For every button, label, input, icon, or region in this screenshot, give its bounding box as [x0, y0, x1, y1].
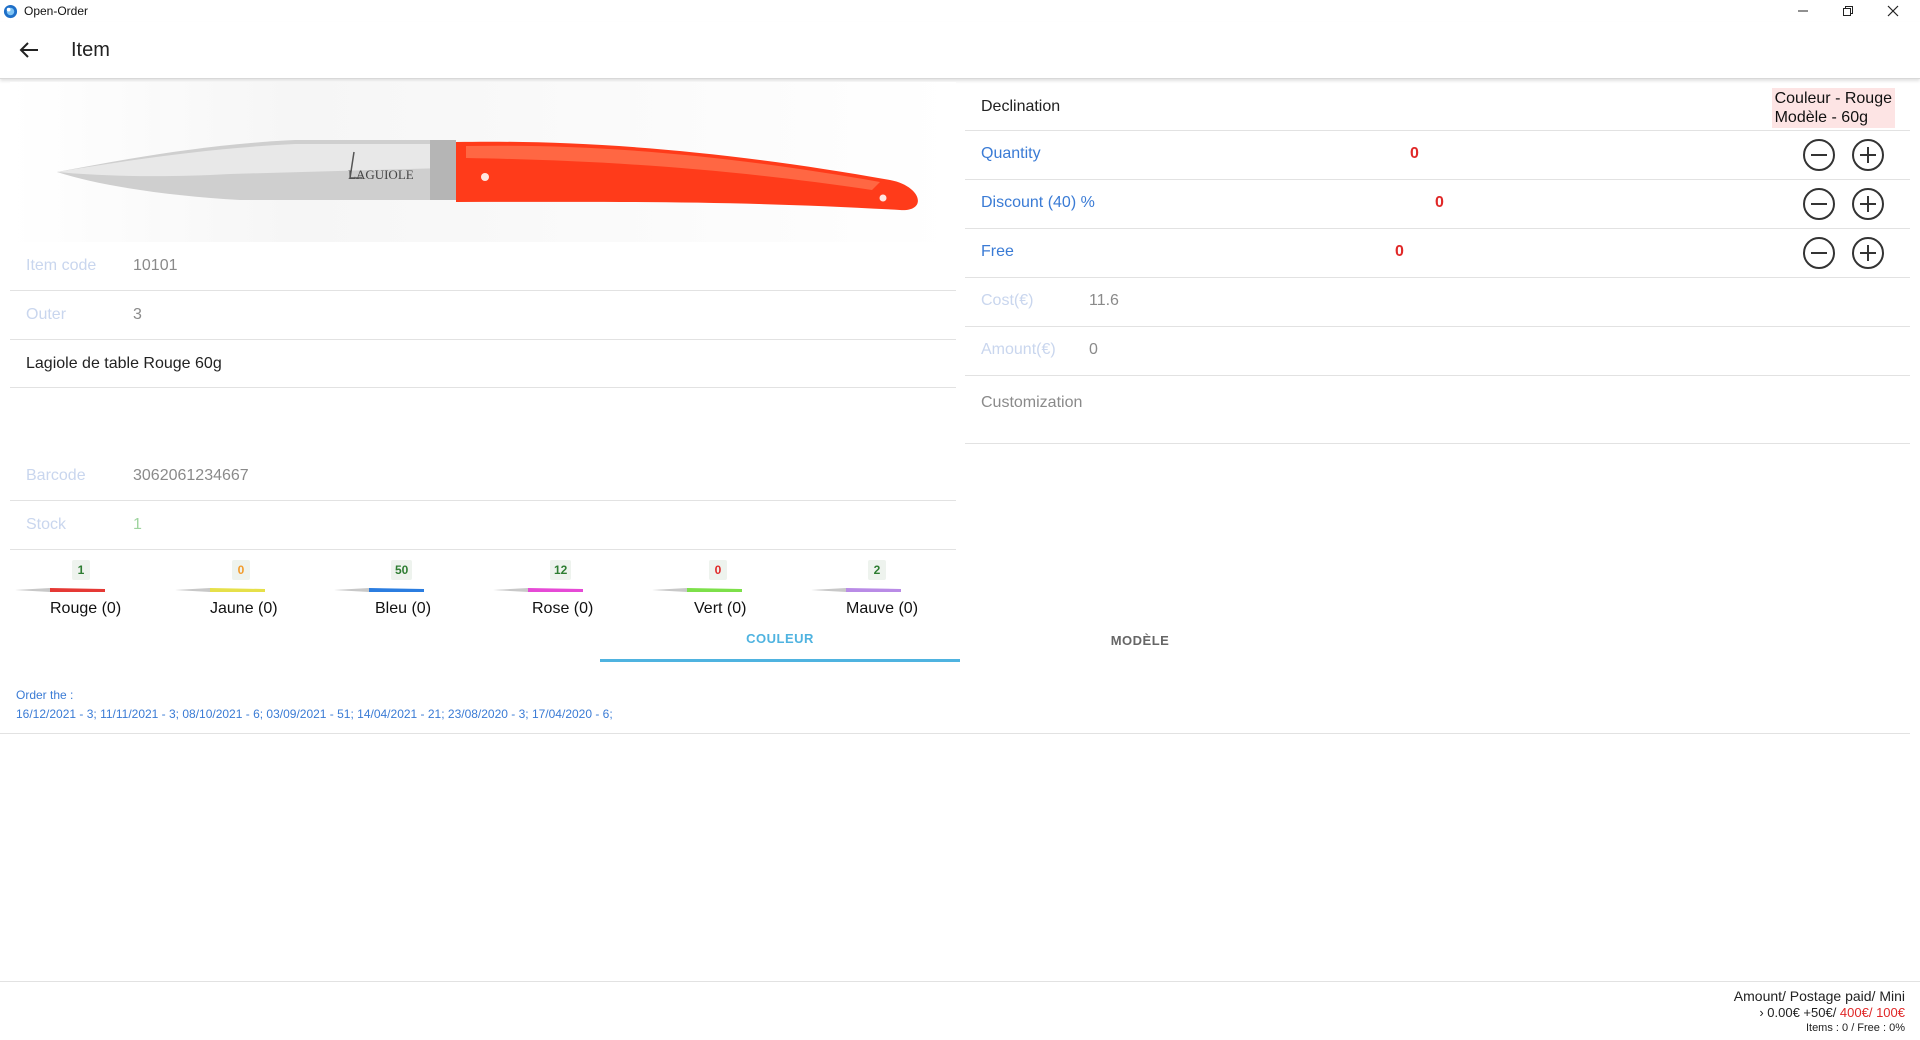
customization-row[interactable]: Customization [965, 376, 1910, 444]
variant-name: Mauve (0) [846, 600, 919, 617]
variant-rouge[interactable]: 1 Rouge (0) [10, 556, 140, 617]
amount-row: Amount(€) 0 [965, 327, 1910, 376]
tab-couleur[interactable]: COULEUR [600, 618, 960, 662]
page-title: Item [71, 38, 110, 61]
variant-name: Rose (0) [532, 600, 594, 617]
cost-value: 11.6 [1089, 292, 1119, 309]
discount-value[interactable]: 0 [1435, 194, 1444, 212]
variant-stock-badge: 2 [868, 560, 886, 580]
item-description: Lagiole de table Rouge 60g [26, 354, 222, 372]
variant-name: Vert (0) [694, 600, 747, 617]
footer-amounts: › 0.00€ +50€/ 400€/ 100€ [1759, 1005, 1905, 1020]
minimize-button[interactable] [1780, 0, 1825, 22]
footer-amounts-red: 400€/ 100€ [1839, 1005, 1905, 1020]
knife-thumbnail-icon [334, 588, 424, 592]
free-label: Free [981, 243, 1014, 260]
window-titlebar: Open-Order [0, 0, 1920, 22]
footer-amounts-prefix: › 0.00€ +50€/ [1759, 1005, 1840, 1020]
variant-stock-badge: 0 [232, 560, 250, 580]
window-title: Open-Order [24, 4, 89, 18]
close-icon [1887, 5, 1898, 17]
plus-circle-icon[interactable] [1851, 236, 1885, 270]
declination-color: Couleur - Rouge [1774, 90, 1892, 107]
order-summary-footer: Amount/ Postage paid/ Mini › 0.00€ +50€/… [0, 981, 1920, 1040]
product-image: LAGUIOLE [10, 82, 956, 242]
stock-row: Stock 1 [10, 501, 956, 550]
minimize-icon [1797, 10, 1808, 12]
restore-icon [1842, 6, 1853, 16]
open-order-app-icon [3, 4, 18, 18]
knife-thumbnail-icon [652, 588, 742, 592]
knife-thumbnail-icon [811, 588, 901, 592]
quantity-row: Quantity 0 [965, 131, 1910, 180]
plus-circle-icon[interactable] [1851, 187, 1885, 221]
declination-model: Modèle - 60g [1774, 109, 1868, 126]
order-history: Order the : 16/12/2021 - 3; 11/11/2021 -… [0, 680, 1910, 734]
variant-name: Bleu (0) [375, 600, 432, 617]
order-history-list: 16/12/2021 - 3; 11/11/2021 - 3; 08/10/20… [16, 707, 613, 721]
outer-label: Outer [26, 306, 67, 323]
amount-value: 0 [1089, 341, 1098, 358]
restore-button[interactable] [1825, 0, 1870, 22]
item-code-value: 10101 [133, 257, 178, 274]
arrow-left-icon [19, 42, 38, 58]
discount-row: Discount (40) % 0 [965, 180, 1910, 229]
minus-circle-icon[interactable] [1802, 138, 1836, 172]
barcode-value: 3062061234667 [133, 467, 249, 484]
back-button[interactable] [14, 35, 44, 65]
knife-thumbnail-icon [15, 588, 105, 592]
item-details-panel: LAGUIOLE Item code 10101 Outer 3 Lagiole… [10, 82, 956, 630]
variant-bleu[interactable]: 50 Bleu (0) [329, 556, 459, 617]
app-header: Item [0, 22, 1920, 79]
laguiole-logo-text: LAGUIOLE [348, 167, 414, 182]
variant-tabs: COULEUR MODÈLE [600, 618, 1320, 662]
close-button[interactable] [1870, 0, 1915, 22]
knife-thumbnail-icon [175, 588, 265, 592]
free-row: Free 0 [965, 229, 1910, 278]
declination-value: Couleur - Rouge Modèle - 60g [1771, 88, 1895, 128]
variant-stock-badge: 12 [550, 560, 572, 580]
description-row: Lagiole de table Rouge 60g [10, 340, 956, 388]
customization-label: Customization [981, 394, 1083, 411]
discount-label: Discount (40) % [981, 194, 1095, 211]
cost-row: Cost(€) 11.6 [965, 278, 1910, 327]
knife-red-handle-image: LAGUIOLE [57, 140, 918, 211]
variant-mauve[interactable]: 2 Mauve (0) [806, 556, 936, 617]
variant-stock-badge: 0 [709, 560, 727, 580]
declination-row: Declination Couleur - Rouge Modèle - 60g [965, 82, 1910, 131]
declination-label: Declination [981, 98, 1061, 115]
minus-circle-icon[interactable] [1802, 236, 1836, 270]
stock-value: 1 [133, 516, 142, 533]
variant-stock-badge: 1 [72, 560, 90, 580]
free-value[interactable]: 0 [1395, 243, 1404, 261]
outer-row: Outer 3 [10, 291, 956, 340]
cost-label: Cost(€) [981, 292, 1034, 309]
variant-vert[interactable]: 0 Vert (0) [647, 556, 777, 617]
amount-label: Amount(€) [981, 341, 1056, 358]
item-code-row: Item code 10101 [10, 242, 956, 291]
quantity-value[interactable]: 0 [1410, 145, 1419, 163]
variant-name: Jaune (0) [210, 600, 278, 617]
tab-modele[interactable]: MODÈLE [960, 618, 1320, 662]
outer-value: 3 [133, 306, 142, 323]
knife-thumbnail-icon [493, 588, 583, 592]
footer-summary-title: Amount/ Postage paid/ Mini [1733, 988, 1905, 1004]
item-code-label: Item code [26, 257, 97, 274]
barcode-row: Barcode 3062061234667 [10, 452, 956, 501]
plus-circle-icon[interactable] [1851, 138, 1885, 172]
variant-stock-badge: 50 [391, 560, 413, 580]
variant-name: Rouge (0) [50, 600, 122, 617]
order-line-panel: Declination Couleur - Rouge Modèle - 60g… [965, 82, 1910, 444]
order-history-title: Order the : [16, 688, 74, 702]
stock-label: Stock [26, 516, 67, 533]
variant-jaune[interactable]: 0 Jaune (0) [170, 556, 300, 617]
quantity-label: Quantity [981, 145, 1041, 162]
barcode-label: Barcode [26, 467, 86, 484]
footer-items-count: Items : 0 / Free : 0% [1805, 1022, 1905, 1034]
minus-circle-icon[interactable] [1802, 187, 1836, 221]
variant-rose[interactable]: 12 Rose (0) [488, 556, 618, 617]
